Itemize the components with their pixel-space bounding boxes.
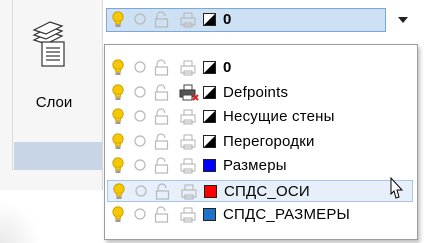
layer-color-swatch[interactable] (204, 184, 217, 198)
sun-icon[interactable] (133, 158, 147, 172)
layer-combo-field[interactable]: 0 (106, 8, 386, 32)
printer-icon[interactable] (179, 157, 197, 175)
layer-dropdown-list[interactable]: 0 Defpoints Несущие стены Перегородки Ра… (104, 44, 418, 240)
dropdown-toggle[interactable] (390, 8, 416, 32)
layer-name: 0 (223, 59, 232, 76)
printer-icon[interactable] (179, 108, 197, 126)
lightbulb-icon[interactable] (111, 157, 125, 175)
layer-name: Defpoints (223, 83, 289, 101)
lock-icon[interactable] (153, 206, 171, 224)
layer-color-swatch[interactable] (203, 134, 216, 148)
lock-icon[interactable] (154, 182, 172, 201)
lock-icon[interactable] (153, 157, 171, 175)
layer-color-swatch[interactable] (203, 110, 216, 123)
lock-icon[interactable] (153, 59, 171, 77)
printer-icon[interactable] (179, 133, 197, 151)
layer-color-swatch[interactable] (203, 61, 216, 74)
layer-name: СПДС_РАЗМЕРЫ (223, 206, 351, 223)
lock-icon[interactable] (153, 108, 171, 126)
layer-row[interactable]: Defpoints (107, 82, 413, 104)
lightbulb-icon[interactable] (111, 11, 125, 29)
layer-name: Несущие стены (223, 108, 335, 125)
lightbulb-icon[interactable] (111, 83, 125, 102)
layer-row[interactable]: 0 (107, 57, 413, 79)
lock-icon[interactable] (153, 83, 171, 102)
background-fade (0, 200, 40, 243)
lock-icon[interactable] (153, 11, 171, 29)
lightbulb-icon[interactable] (111, 132, 125, 151)
printer-icon[interactable] (179, 206, 197, 224)
sun-icon[interactable] (133, 109, 147, 123)
layer-row[interactable]: Размеры (107, 155, 413, 177)
printer-icon[interactable] (179, 11, 197, 29)
lightbulb-icon[interactable] (112, 182, 126, 201)
chevron-down-icon (398, 17, 408, 23)
layer-name: Размеры (223, 157, 287, 174)
sun-icon[interactable] (133, 207, 147, 221)
layer-name: СПДС_ОСИ (224, 182, 310, 200)
lightbulb-icon[interactable] (111, 206, 125, 224)
layer-color-swatch[interactable] (203, 13, 216, 26)
sun-icon[interactable] (134, 184, 148, 198)
ribbon-separator (12, 0, 13, 170)
printer-icon[interactable] (180, 183, 198, 201)
layer-combo[interactable]: 0 (106, 8, 416, 32)
lightbulb-icon[interactable] (111, 108, 125, 126)
layer-color-swatch[interactable] (203, 208, 216, 221)
ribbon-panel-title-bar (14, 142, 102, 170)
layer-row[interactable]: СПДС_РАЗМЕРЫ (107, 204, 413, 226)
sun-icon[interactable] (133, 85, 147, 99)
printer-icon[interactable] (179, 59, 197, 77)
layer-color-swatch[interactable] (203, 85, 216, 99)
lightbulb-icon[interactable] (111, 59, 125, 77)
layer-name: Перегородки (223, 132, 315, 150)
lock-icon[interactable] (153, 132, 171, 151)
layers-button[interactable]: Слои (22, 16, 86, 126)
layers-stack-icon (32, 21, 65, 67)
printer-no-plot-icon[interactable] (179, 84, 199, 102)
sun-icon[interactable] (133, 60, 147, 74)
layer-row[interactable]: Несущие стены (107, 106, 413, 128)
layer-row[interactable]: Перегородки (107, 131, 413, 153)
sun-icon[interactable] (133, 134, 147, 148)
sun-icon[interactable] (133, 12, 147, 26)
mouse-pointer-icon (390, 176, 404, 199)
layers-button-label: Слои (35, 94, 73, 111)
current-layer-name: 0 (223, 11, 232, 28)
ribbon-layers-panel: Слои (0, 0, 103, 190)
layer-row[interactable]: СПДС_ОСИ (107, 179, 413, 202)
layer-color-swatch[interactable] (203, 159, 216, 172)
